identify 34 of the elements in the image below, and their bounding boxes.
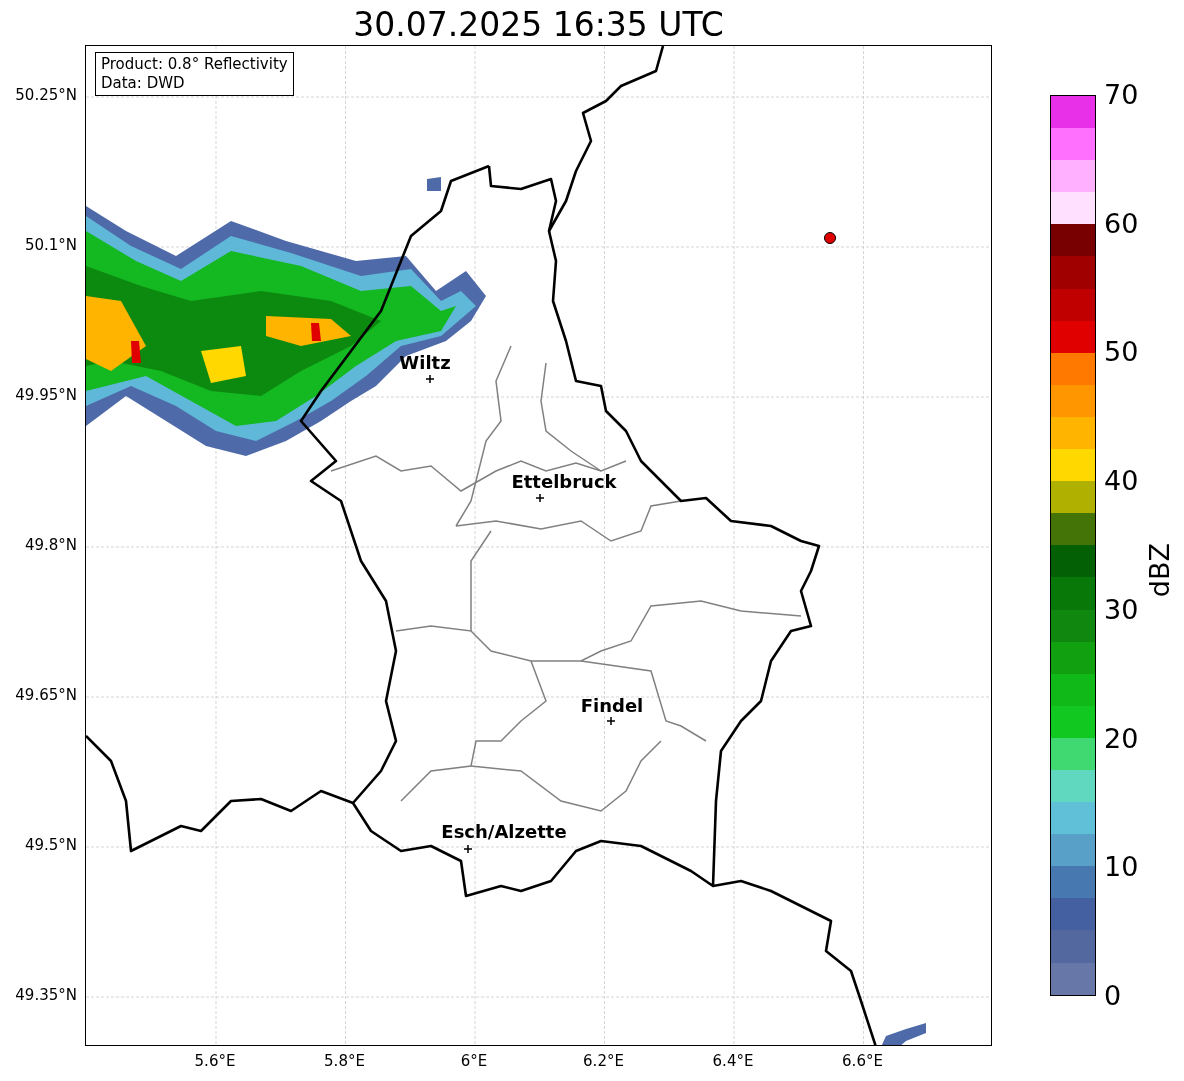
colorbar-label: dBZ — [1146, 543, 1173, 598]
longitude-tick-label: 6.4°E — [712, 1054, 754, 1069]
colorbar-tick-label: 10 — [1104, 853, 1139, 881]
city-label: Findel — [580, 695, 644, 716]
city-marker-icon — [606, 716, 616, 726]
longitude-tick-label: 5.6°E — [194, 1054, 236, 1069]
latitude-tick-label: 49.8°N — [24, 538, 77, 553]
colorbar-tick-label: 60 — [1104, 209, 1139, 237]
city-marker-icon — [535, 493, 545, 503]
longitude-tick-label: 5.8°E — [324, 1054, 365, 1069]
longitude-tick-label: 6.6°E — [842, 1054, 883, 1069]
city-marker-icon — [425, 374, 435, 384]
colorbar-tick-label: 40 — [1104, 467, 1139, 495]
city-label: Ettelbruck — [511, 471, 617, 492]
info-text: Product: 0.8° Reflectivity — [101, 55, 288, 74]
longitude-tick-label: 6.2°E — [583, 1054, 624, 1069]
colorbar-tick-label: 30 — [1104, 595, 1139, 623]
latitude-tick-label: 49.5°N — [24, 838, 77, 853]
latitude-tick-label: 50.1°N — [24, 238, 77, 253]
longitude-tick-label: 6°E — [460, 1054, 488, 1069]
colorbar-tick-label: 50 — [1104, 338, 1139, 366]
city-marker-icon — [463, 844, 473, 854]
radar-site-marker — [824, 232, 836, 244]
city-label: Esch/Alzette — [441, 821, 567, 842]
latitude-tick-label: 49.35°N — [15, 988, 77, 1003]
info-text: Data: DWD — [101, 74, 186, 93]
latitude-tick-label: 50.25°N — [15, 88, 77, 103]
latitude-tick-label: 49.65°N — [15, 688, 77, 703]
city-label: Wiltz — [399, 352, 451, 373]
map-title: 30.07.2025 16:35 UTC — [353, 8, 724, 41]
colorbar-tick-label: 20 — [1104, 724, 1139, 752]
colorbar-tick-label: 0 — [1104, 982, 1122, 1009]
latitude-tick-label: 49.95°N — [15, 388, 77, 403]
colorbar-tick-label: 70 — [1104, 81, 1139, 108]
